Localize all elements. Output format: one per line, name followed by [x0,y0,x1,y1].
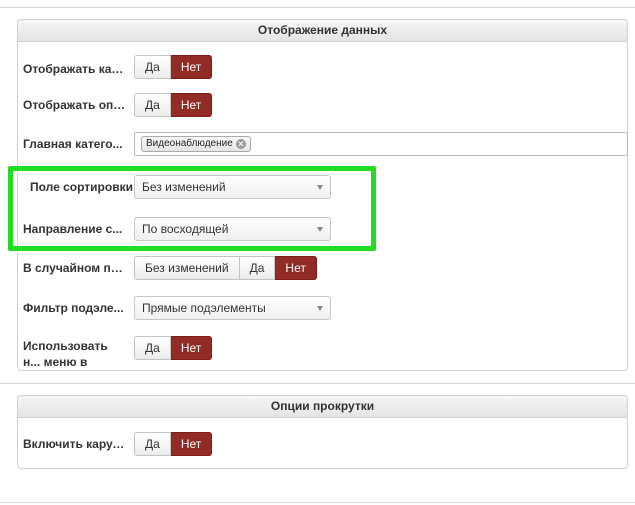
panel-title: Отображение данных [18,20,627,42]
no-button[interactable]: Нет [275,256,317,280]
yes-button[interactable]: Да [134,336,171,360]
use-menu-label: Использовать н... меню в качеств... [23,339,108,369]
use-menu-row: Использовать н... меню в качеств... Да Н… [18,336,627,369]
random-order-toggle: Без изменений Да Нет [134,256,317,280]
subitem-filter-value: Прямые подэлементы [142,301,266,315]
sort-direction-select[interactable]: По восходящей [134,217,331,241]
sort-direction-row: Направление с... По восходящей [18,217,627,245]
scroll-options-panel: Опции прокрутки Включить карус... Да Нет [17,395,628,469]
description-toggle: Да Нет [134,93,213,117]
description-row: Отображать опи... Да Нет [18,93,627,121]
bottom-divider [0,502,635,503]
enable-carousel-toggle: Да Нет [134,432,213,456]
sort-direction-value: По восходящей [142,222,229,236]
main-category-label: Главная катего... [23,137,123,151]
category-tag-input[interactable]: Видеонаблюдение ✕ [134,132,628,156]
no-button[interactable]: Нет [170,55,213,79]
chevron-down-icon [317,185,323,190]
sort-direction-label: Направление с... [23,222,123,236]
yes-button[interactable]: Да [134,55,171,79]
random-order-label: В случайном по... [23,261,127,275]
enable-carousel-label: Включить карус... [23,437,127,451]
panel-title: Опции прокрутки [18,396,627,418]
yes-button[interactable]: Да [239,256,276,280]
no-button[interactable]: Нет [170,432,213,456]
category-tag-label: Видеонаблюдение [146,138,233,149]
top-divider [0,7,635,8]
carousel-row: Отображать кар... Да Нет [18,55,627,83]
yes-button[interactable]: Да [134,93,171,117]
no-button[interactable]: Нет [170,93,213,117]
no-button[interactable]: Нет [170,336,213,360]
section-divider [0,383,635,384]
sort-field-row: Поле сортировки Без изменений [18,175,627,203]
yes-button[interactable]: Да [134,432,171,456]
remove-tag-icon[interactable]: ✕ [235,139,246,149]
data-display-panel: Отображение данных Отображать кар... Да … [17,19,628,371]
enable-carousel-row: Включить карус... Да Нет [18,432,627,460]
carousel-label: Отображать кар... [23,62,127,76]
subitem-filter-row: Фильтр подэле... Прямые подэлементы [18,296,627,324]
chevron-down-icon [317,306,323,311]
subitem-filter-label: Фильтр подэле... [23,301,124,315]
main-category-row: Главная катего... Видеонаблюдение ✕ [18,132,628,160]
chevron-down-icon [317,227,323,232]
sort-field-label: Поле сортировки [30,180,133,194]
random-order-row: В случайном по... Без изменений Да Нет [18,256,627,284]
sort-field-value: Без изменений [142,180,226,194]
use-menu-toggle: Да Нет [134,336,213,360]
sort-field-select[interactable]: Без изменений [134,175,331,199]
carousel-toggle: Да Нет [134,55,213,79]
no-change-button[interactable]: Без изменений [134,256,240,280]
description-label: Отображать опи... [23,98,127,112]
category-tag: Видеонаблюдение ✕ [141,136,251,152]
subitem-filter-select[interactable]: Прямые подэлементы [134,296,331,320]
